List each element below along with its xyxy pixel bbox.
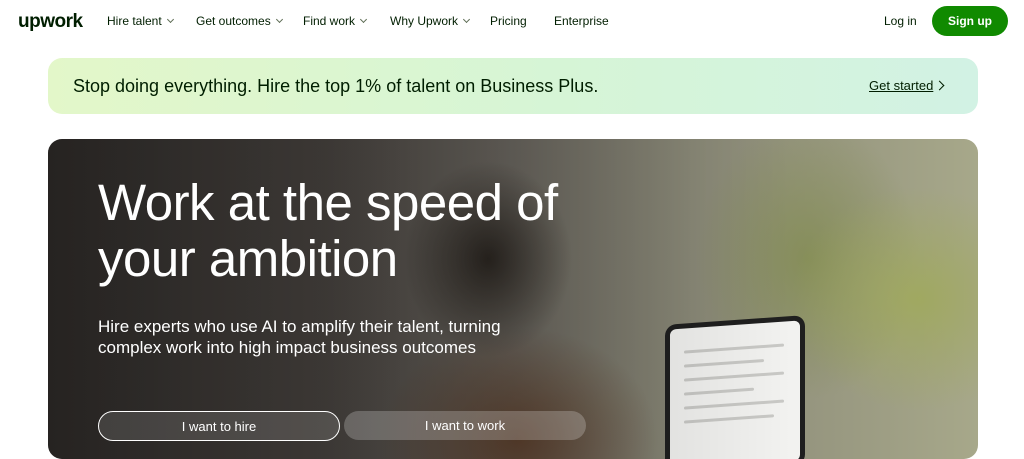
hero-section: Work at the speed of your ambition Hire … (48, 139, 978, 459)
promo-banner-text: Stop doing everything. Hire the top 1% o… (73, 76, 599, 96)
promo-banner: Stop doing everything. Hire the top 1% o… (48, 58, 978, 114)
upwork-logo[interactable]: upwork (18, 11, 83, 33)
nav-pricing-label: Pricing (490, 14, 527, 28)
nav-why-upwork[interactable]: Why Upwork (390, 14, 471, 28)
nav-pricing[interactable]: Pricing (490, 14, 527, 28)
hero-title: Work at the speed of your ambition (98, 175, 618, 287)
chevron-down-icon (359, 15, 368, 24)
get-started-link[interactable]: Get started (869, 78, 933, 93)
nav-enterprise[interactable]: Enterprise (554, 14, 609, 28)
nav-find-work-label: Find work (303, 14, 356, 28)
nav-why-upwork-label: Why Upwork (390, 14, 459, 28)
hero-subtitle-line-1: Hire experts who use AI to amplify their… (98, 317, 501, 336)
hero-title-line-1: Work at the speed of (98, 174, 558, 231)
login-link[interactable]: Log in (884, 14, 917, 28)
signup-button[interactable]: Sign up (932, 6, 1008, 36)
hero-subtitle-line-2: complex work into high impact business o… (98, 338, 476, 357)
chevron-right-icon[interactable] (934, 80, 945, 91)
hero-title-line-2: your ambition (98, 230, 398, 287)
hero-subtitle: Hire experts who use AI to amplify their… (98, 316, 558, 358)
nav-get-outcomes[interactable]: Get outcomes (196, 14, 283, 28)
top-navigation: upwork Hire talent Get outcomes Find wor… (0, 0, 1024, 44)
want-to-work-button[interactable]: I want to work (344, 411, 586, 440)
chevron-down-icon (462, 15, 471, 24)
chevron-down-icon (275, 15, 283, 24)
nav-get-outcomes-label: Get outcomes (196, 14, 271, 28)
nav-hire-talent[interactable]: Hire talent (107, 14, 174, 28)
want-to-hire-button[interactable]: I want to hire (98, 411, 340, 441)
nav-enterprise-label: Enterprise (554, 14, 609, 28)
nav-find-work[interactable]: Find work (303, 14, 368, 28)
chevron-down-icon (166, 15, 174, 24)
nav-hire-talent-label: Hire talent (107, 14, 162, 28)
